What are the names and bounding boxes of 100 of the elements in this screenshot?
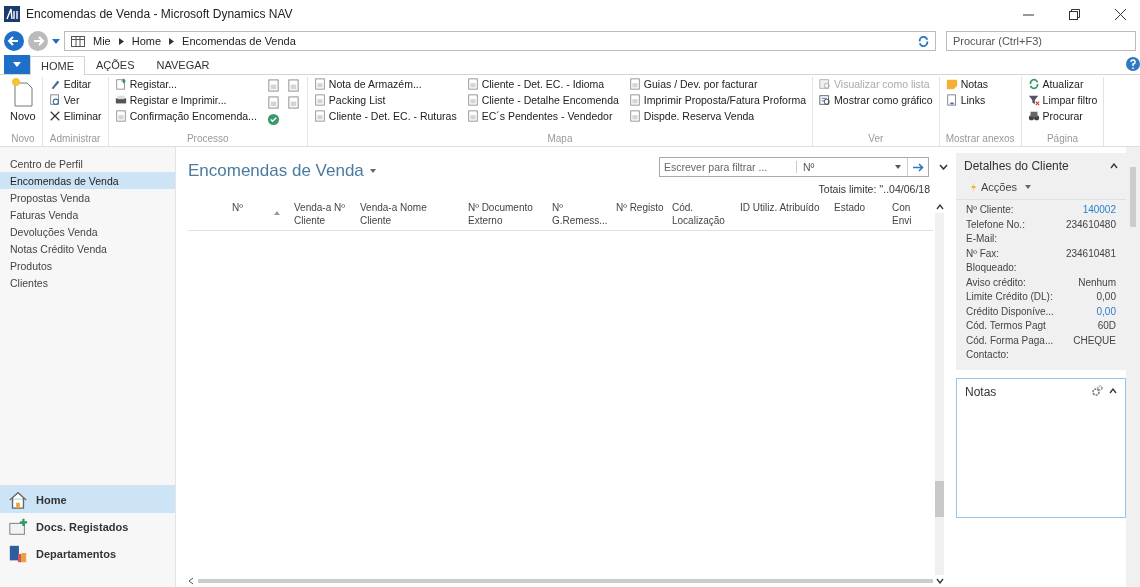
restore-icon[interactable]	[1068, 8, 1080, 20]
ribbon-action[interactable]: Cliente - Detalhe Encomenda	[466, 93, 619, 107]
column-header[interactable]: Con Envi	[888, 201, 924, 227]
group-label: Ver	[867, 133, 885, 146]
refresh-icon[interactable]	[918, 35, 929, 47]
ribbon-action[interactable]: Cliente - Det. EC. - Ruturas	[313, 109, 457, 123]
ribbon-action[interactable]: EC´s Pendentes - Vendedor	[466, 109, 619, 123]
column-header[interactable]: Nº	[228, 201, 254, 227]
column-header[interactable]: Nº G.Remess...	[548, 201, 612, 227]
ribbon-action[interactable]: Registar e Imprimir...	[114, 93, 257, 107]
sidebar-item[interactable]: Produtos	[0, 257, 175, 274]
horizontal-scrollbar[interactable]	[188, 575, 933, 587]
grid-icon	[71, 35, 85, 47]
chevron-down-icon[interactable]	[939, 164, 948, 170]
tray-icon	[8, 516, 28, 537]
ribbon-action[interactable]: Confirmação Encomenda...	[114, 109, 257, 123]
collapse-icon[interactable]	[1109, 387, 1117, 394]
nav-section[interactable]: Departamentos	[0, 540, 175, 567]
field-value: CHEQUE	[1073, 334, 1116, 348]
sidebar-item[interactable]: Propostas Venda	[0, 189, 175, 206]
field-label: Telefone No.:	[966, 218, 1025, 232]
column-header[interactable]: ID Utiliz. Atribuído	[736, 201, 830, 227]
group-label: Processo	[185, 133, 230, 146]
field-value: 234610480	[1065, 218, 1116, 232]
column-header[interactable]: Venda-a Nome Cliente	[356, 201, 464, 227]
ribbon-tab[interactable]: NAVEGAR	[145, 55, 221, 74]
ribbon-tab[interactable]: AÇÕES	[85, 55, 146, 74]
ribbon-tab[interactable]: HOME	[30, 56, 85, 75]
address-bar[interactable]: Mie Home Encomendas de Venda	[64, 31, 936, 51]
ribbon-action[interactable]: Links	[945, 93, 989, 107]
ribbon-action[interactable]: Limpar filtro	[1027, 93, 1098, 107]
field-link[interactable]: 140002	[1082, 204, 1116, 219]
document-icon	[313, 78, 326, 90]
sidebar-item[interactable]: Encomendas de Venda	[0, 172, 175, 189]
field-value: Nenhum	[1078, 276, 1116, 290]
ribbon-action[interactable]: Editar	[48, 77, 102, 91]
ribbon-action[interactable]: Imprimir Proposta/Fatura Proforma	[628, 93, 807, 107]
note-icon	[945, 78, 958, 90]
breadcrumb[interactable]: Encomendas de Venda	[182, 35, 296, 47]
breadcrumb-arrow-icon	[118, 37, 124, 45]
help-icon[interactable]	[1126, 57, 1140, 71]
scroll-thumb[interactable]	[935, 480, 944, 517]
collapse-icon[interactable]	[1110, 163, 1118, 169]
ribbon-action[interactable]: Guias / Dev. por facturar	[628, 77, 807, 91]
field-link[interactable]: 0,00	[1096, 305, 1116, 320]
back-button[interactable]	[4, 31, 24, 51]
caret-icon[interactable]	[369, 169, 376, 173]
ribbon-action[interactable]: Atualizar	[1027, 77, 1098, 91]
sidebar-item[interactable]: Clientes	[0, 274, 175, 291]
ribbon-action[interactable]: Registar...	[114, 77, 257, 91]
ribbon-action[interactable]: Dispde. Reserva Venda	[628, 109, 807, 123]
printer-icon	[114, 94, 127, 106]
column-header[interactable]: Cód. Localização	[668, 201, 736, 227]
ribbon-action[interactable]: Packing List	[313, 93, 457, 107]
sidebar-item[interactable]: Centro de Perfil	[0, 155, 175, 172]
nav-section[interactable]: Docs. Registados	[0, 513, 175, 540]
column-header[interactable]: Nº Registo	[612, 201, 668, 227]
filter-field[interactable]: Escrever para filtrar ... Nº	[659, 157, 929, 177]
gear-icon[interactable]	[1091, 384, 1103, 397]
document-icon	[313, 110, 326, 122]
field-value: 234610481	[1065, 247, 1116, 261]
check-circle-icon[interactable]	[266, 113, 280, 126]
ribbon-action[interactable]: Notas	[945, 77, 989, 91]
ribbon-action[interactable]: Eliminar	[48, 109, 102, 123]
column-header[interactable]: Nº Documento Externo	[464, 201, 548, 227]
close-icon[interactable]	[1114, 8, 1126, 20]
vertical-scrollbar[interactable]	[1126, 147, 1140, 587]
column-header[interactable]: Estado	[830, 201, 888, 227]
column-header[interactable]: Venda-a Nº Cliente	[290, 201, 356, 227]
field-selector[interactable]: Nº	[803, 161, 891, 173]
search-field[interactable]: Procurar (Ctrl+F3)	[946, 31, 1136, 51]
window-title: Encomendas de Venda - Microsoft Dynamics NAV	[26, 7, 294, 21]
sort-arrow-icon	[274, 211, 280, 215]
arrow-right-icon[interactable]	[912, 162, 924, 172]
sidebar-item[interactable]: Faturas Venda	[0, 206, 175, 223]
breadcrumb[interactable]: Mie	[93, 35, 111, 47]
field-label: Cód. Forma Paga...	[966, 334, 1054, 348]
sidebar-item[interactable]: Devoluções Venda	[0, 223, 175, 240]
dropdown-arrow-icon[interactable]	[52, 37, 60, 45]
field-label: Aviso crédito:	[966, 276, 1026, 290]
cross-icon	[48, 110, 61, 122]
document-icon	[313, 94, 326, 106]
field-label: Nº Cliente:	[966, 204, 1014, 217]
document-icon	[945, 94, 958, 106]
ribbon-action[interactable]: Cliente - Det. EC. - Idioma	[466, 77, 619, 91]
ribbon-action[interactable]: Nota de Armazém...	[313, 77, 457, 91]
group-label: Página	[1045, 133, 1080, 146]
ribbon-action[interactable]: Procurar	[1027, 109, 1098, 123]
field-value: 60D	[1097, 320, 1116, 333]
ribbon-action[interactable]: Mostrar como gráfico	[819, 93, 933, 107]
caret-icon	[1025, 185, 1032, 189]
breadcrumb[interactable]: Home	[131, 35, 162, 47]
page-title: Encomendas de Venda	[188, 161, 364, 181]
document-icon	[114, 110, 127, 122]
ribbon-action[interactable]: Ver	[48, 93, 102, 107]
document-icon	[628, 78, 641, 90]
sidebar-item[interactable]: Notas Crédito Venda	[0, 240, 175, 257]
app-menu-button[interactable]	[4, 55, 30, 74]
nav-section[interactable]: Home	[0, 486, 175, 513]
new-button[interactable]: Novo	[10, 77, 36, 133]
